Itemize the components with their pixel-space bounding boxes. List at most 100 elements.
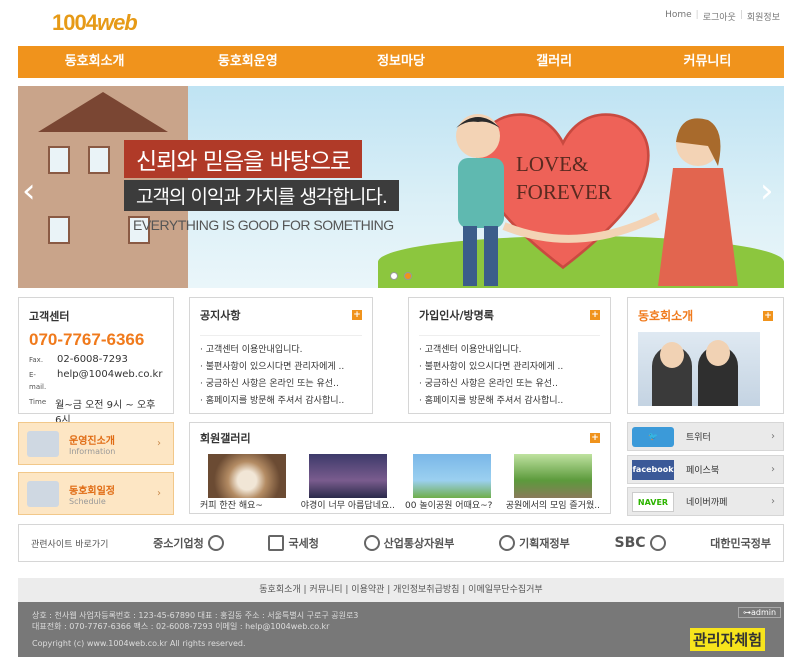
guestbook-more-plus-icon[interactable]: + xyxy=(590,310,600,320)
logo-prefix: 1004 xyxy=(52,10,98,35)
twitter-icon: 🐦 xyxy=(632,426,674,447)
admin-login-button[interactable]: ⊶admin xyxy=(738,607,782,618)
related-site-sme[interactable]: 중소기업청 xyxy=(153,535,224,551)
gallery-caption: 야경이 너무 아름답네요.. xyxy=(300,501,395,511)
nav-item-club-intro[interactable]: 동호회소개 xyxy=(18,46,171,78)
home-link[interactable]: Home xyxy=(665,10,692,23)
club-intro-box[interactable]: 동호회소개 + xyxy=(627,297,784,414)
document-icon xyxy=(27,430,59,457)
guestbook-title: 가입인사/방명록 xyxy=(419,309,494,322)
related-site-motie[interactable]: 산업통상자원부 xyxy=(363,535,454,551)
nav-item-info[interactable]: 정보마당 xyxy=(324,46,477,78)
chevron-right-icon: › xyxy=(771,496,775,507)
member-info-link[interactable]: 회원정보 xyxy=(747,10,780,23)
notice-item[interactable]: · 궁금하신 사항은 온라인 또는 유선.. xyxy=(200,376,362,393)
guestbook-box: 가입인사/방명록 + · 고객센터 이용안내입니다. · 불편사항이 있으시다면… xyxy=(408,297,611,414)
guestbook-item[interactable]: · 고객센터 이용안내입니다. xyxy=(419,342,600,359)
chevron-right-icon: › xyxy=(771,431,775,442)
banner-prev-arrow-icon[interactable]: ‹ xyxy=(22,171,36,211)
notice-item[interactable]: · 홈페이지를 방문해 주셔서 감사합니.. xyxy=(200,393,362,410)
gallery-caption: 00 놀이공원 어때요~? xyxy=(405,501,493,511)
banner-next-arrow-icon[interactable]: › xyxy=(760,171,774,211)
gallery-item[interactable]: 00 놀이공원 어때요~? xyxy=(405,454,496,511)
night-view-thumbnail xyxy=(308,454,387,498)
staff-intro-sub: Information xyxy=(69,446,116,456)
member-gallery-box: 회원갤러리 + 커피 한잔 해요~ 야경이 너무 아름답네요.. 00 놀이공원… xyxy=(189,422,611,514)
schedule-link[interactable]: 동호회일정 Schedule › xyxy=(18,472,174,515)
naver-cafe-link[interactable]: NAVER 네이버까페 › xyxy=(627,487,784,516)
guestbook-item[interactable]: · 불편사항이 있으시다면 관리자에게 .. xyxy=(419,359,600,376)
main-banner[interactable]: 신뢰와 믿음을 바탕으로 고객의 이익과 가치를 생각합니다. EVERYTHI… xyxy=(18,86,784,288)
notice-item[interactable]: · 고객센터 이용안내입니다. xyxy=(200,342,362,359)
forever-text: FOREVER xyxy=(516,180,612,204)
gallery-title: 회원갤러리 xyxy=(200,432,251,445)
laptop-icon xyxy=(27,480,59,507)
business-people-photo xyxy=(638,332,760,406)
facebook-icon: facebook xyxy=(632,459,674,480)
mosf-logo-icon xyxy=(499,535,516,551)
gallery-item[interactable]: 공원에서의 모임 즐거웠.. xyxy=(506,454,600,511)
facebook-label: 페이스북 xyxy=(686,466,720,476)
staff-intro-link[interactable]: 운영진소개 Information › xyxy=(18,422,174,465)
gallery-caption: 공원에서의 모임 즐거웠.. xyxy=(505,501,600,511)
fax-label: Fax. xyxy=(29,356,44,364)
gallery-caption: 커피 한잔 해요~ xyxy=(200,501,263,511)
schedule-title: 동호회일정 xyxy=(69,485,115,497)
footer-copyright: Copyright (c) www.1004web.co.kr All righ… xyxy=(32,639,246,648)
schedule-sub: Schedule xyxy=(69,496,106,506)
facebook-link[interactable]: facebook 페이스북 › xyxy=(627,455,784,484)
gallery-item[interactable]: 야경이 너무 아름답네요.. xyxy=(301,454,395,511)
related-site-nts[interactable]: 국세청 xyxy=(268,535,319,551)
main-nav: 동호회소개 동호회운영 정보마당 갤러리 커뮤니티 xyxy=(18,46,784,78)
nav-item-gallery[interactable]: 갤러리 xyxy=(478,46,631,78)
logo-suffix: web xyxy=(96,10,138,35)
related-site-mosf[interactable]: 기획재정부 xyxy=(499,535,570,551)
twitter-link[interactable]: 🐦 트위터 › xyxy=(627,422,784,451)
chevron-right-icon: › xyxy=(157,438,161,449)
banner-slogan-english: EVERYTHING IS GOOD FOR SOMETHING xyxy=(133,217,394,233)
nav-item-community[interactable]: 커뮤니티 xyxy=(631,46,784,78)
banner-slogan-secondary: 고객의 이익과 가치를 생각합니다. xyxy=(124,180,399,211)
chevron-right-icon: › xyxy=(157,488,161,499)
logout-link[interactable]: 로그아웃 xyxy=(703,10,736,23)
sbc-logo-icon xyxy=(649,535,666,551)
footer-info: 상호 : 천사웹 사업자등록번호 : 123-45-67890 대표 : 홍길동… xyxy=(18,602,784,657)
guestbook-item[interactable]: · 홈페이지를 방문해 주셔서 감사합니.. xyxy=(419,393,600,410)
banner-dot-2[interactable] xyxy=(404,272,412,280)
amusement-park-thumbnail xyxy=(413,454,491,498)
guestbook-item[interactable]: · 궁금하신 사항은 온라인 또는 유선.. xyxy=(419,376,600,393)
notice-title: 공지사항 xyxy=(200,309,241,322)
fax-number: 02-6008-7293 xyxy=(57,354,128,365)
banner-dot-1[interactable] xyxy=(390,272,398,280)
naver-icon: NAVER xyxy=(632,491,674,512)
love-text: LOVE& xyxy=(516,152,589,176)
staff-intro-title: 운영진소개 xyxy=(69,435,115,447)
footer-contact-info: 대표전화 : 070-7767-6366 팩스 : 02-6008-7293 이… xyxy=(32,622,330,631)
footer-links[interactable]: 동호회소개 | 커뮤니티 | 이용약관 | 개인정보취급방침 | 이메일무단수집… xyxy=(18,578,784,602)
nav-item-club-operation[interactable]: 동호회운영 xyxy=(171,46,324,78)
coffee-thumbnail xyxy=(208,454,286,498)
admin-experience-button[interactable]: 관리자체험 xyxy=(690,628,766,651)
email-label: E-mail. xyxy=(29,371,47,391)
notice-item[interactable]: · 불편사항이 있으시다면 관리자에게 .. xyxy=(200,359,362,376)
love-forever-text: LOVE& FOREVER xyxy=(516,150,612,206)
customer-center-title: 고객센터 xyxy=(29,310,70,323)
twitter-label: 트위터 xyxy=(686,433,711,443)
customer-center-box: 고객센터 070-7767-6366 Fax. 02-6008-7293 E-ma… xyxy=(18,297,174,426)
related-sites-title: 관련사이트 바로가기 xyxy=(31,539,109,550)
email-address: help@1004web.co.kr xyxy=(57,369,163,380)
notice-more-plus-icon[interactable]: + xyxy=(352,310,362,320)
footer-company-info: 상호 : 천사웹 사업자등록번호 : 123-45-67890 대표 : 홍길동… xyxy=(32,611,359,620)
motie-logo-icon xyxy=(363,535,380,551)
club-intro-more-plus-icon[interactable]: + xyxy=(763,310,773,321)
notice-box: 공지사항 + · 고객센터 이용안내입니다. · 불편사항이 있으시다면 관리자… xyxy=(189,297,373,414)
gallery-item[interactable]: 커피 한잔 해요~ xyxy=(200,454,291,511)
top-utility-nav: Home | 로그아웃 | 회원정보 xyxy=(665,10,780,23)
sme-logo-icon xyxy=(207,535,224,551)
nts-logo-icon xyxy=(268,535,285,551)
site-logo[interactable]: 1004web xyxy=(52,6,152,40)
related-site-korea-gov[interactable]: 대한민국정부 xyxy=(710,535,771,551)
gallery-more-plus-icon[interactable]: + xyxy=(590,433,600,443)
related-site-sbc[interactable]: SBC xyxy=(615,535,666,551)
phone-number: 070-7767-6366 xyxy=(29,330,145,349)
